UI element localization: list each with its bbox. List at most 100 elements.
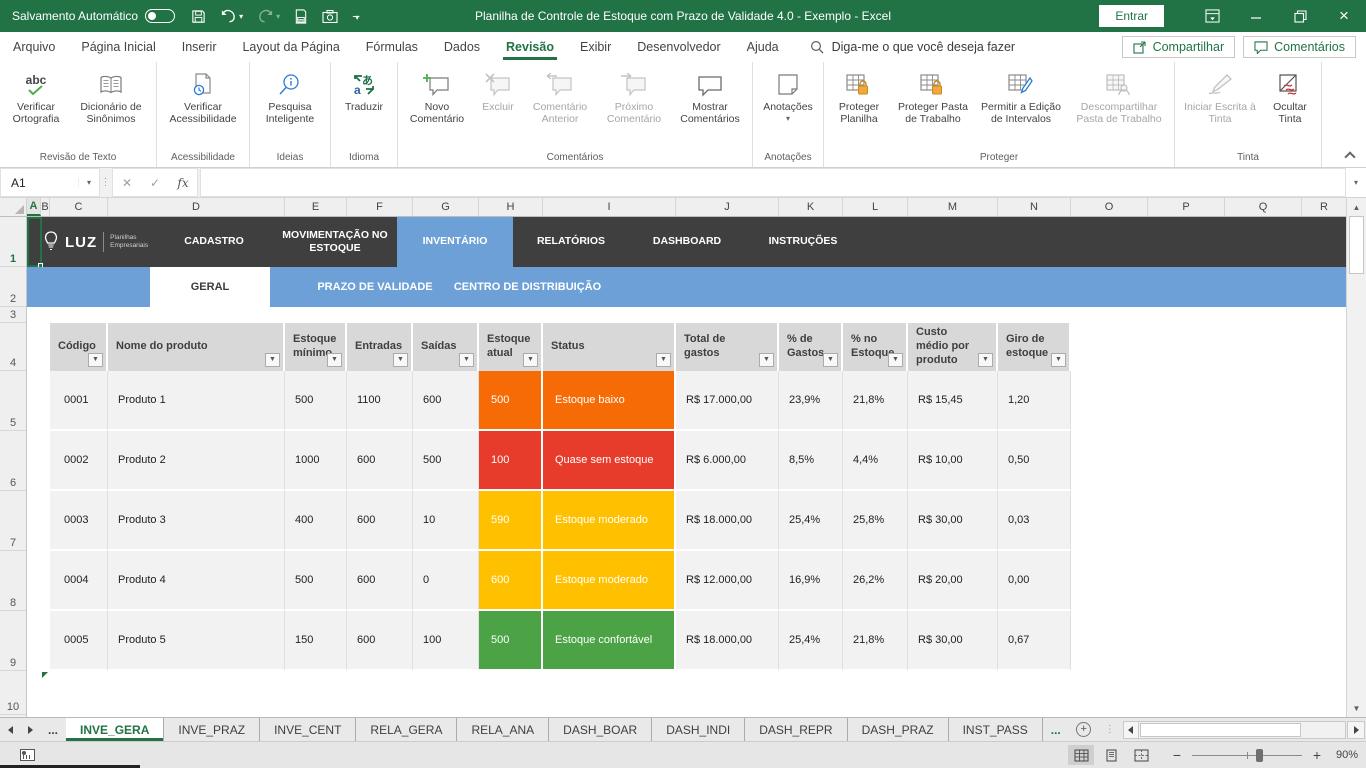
filter-icon[interactable]: ▼ (459, 353, 474, 367)
row-header-2[interactable]: 2 (0, 267, 26, 307)
cell-pct-gastos[interactable]: 23,9% (779, 371, 843, 431)
cell-saidas[interactable]: 0 (413, 551, 479, 611)
cell-codigo[interactable]: 0001 (50, 371, 108, 431)
scroll-up-icon[interactable]: ▲ (1347, 198, 1366, 216)
cell-status[interactable]: Quase sem estoque (543, 431, 676, 491)
share-button[interactable]: Compartilhar (1122, 36, 1236, 58)
zoom-level[interactable]: 90% (1328, 749, 1358, 761)
row-header-3[interactable]: 3 (0, 307, 26, 323)
notes-button[interactable]: Anotações ▾ (756, 64, 820, 150)
cell-giro[interactable]: 0,50 (998, 431, 1071, 491)
minimize-button[interactable] (1234, 0, 1278, 32)
column-header-i[interactable]: I (543, 198, 676, 216)
sheet-tab-dash-boar[interactable]: DASH_BOAR (549, 718, 652, 741)
customize-toolbar-icon[interactable]: ⚊▾ (352, 12, 360, 20)
sheet-tab-dash-praz[interactable]: DASH_PRAZ (848, 718, 949, 741)
cell-custo[interactable]: R$ 30,00 (908, 491, 998, 551)
filter-icon[interactable]: ▼ (265, 353, 280, 367)
column-header-h[interactable]: H (479, 198, 543, 216)
cell-pct-estoque[interactable]: 25,8% (843, 491, 908, 551)
sheet-tab-rela-gera[interactable]: RELA_GERA (356, 718, 457, 741)
row-header-6[interactable]: 6 (0, 431, 26, 491)
nav-tab-instrucoes[interactable]: INSTRUÇÕES (745, 217, 861, 267)
new-comment-button[interactable]: Novo Comentário (401, 64, 473, 150)
insert-function-icon[interactable]: fx (169, 176, 197, 190)
cell-custo[interactable]: R$ 10,00 (908, 431, 998, 491)
nav-tab-cadastro[interactable]: CADASTRO (155, 217, 273, 267)
nav-tab-movimentacao[interactable]: MOVIMENTAÇÃO NO ESTOQUE (273, 217, 397, 267)
cell-entradas[interactable]: 600 (347, 491, 413, 551)
name-box[interactable]: A1 ▾ (0, 168, 100, 197)
cell-entradas[interactable]: 600 (347, 611, 413, 671)
undo-dropdown-icon[interactable]: ▾ (239, 12, 243, 21)
tab-dados[interactable]: Dados (431, 32, 493, 62)
page-layout-view-icon[interactable] (1098, 745, 1124, 765)
sheet-tab-inve-cent[interactable]: INVE_CENT (260, 718, 356, 741)
row-header-9[interactable]: 9 (0, 611, 26, 671)
smart-lookup-button[interactable]: Pesquisa Inteligente (253, 64, 327, 150)
name-box-dropdown-icon[interactable]: ▾ (78, 178, 99, 187)
cell-gastos[interactable]: R$ 18.000,00 (676, 491, 779, 551)
nav-tab-inventario[interactable]: INVENTÁRIO (397, 217, 513, 267)
tab-desenvolvedor[interactable]: Desenvolvedor (624, 32, 733, 62)
cell-giro[interactable]: 1,20 (998, 371, 1071, 431)
cell-giro[interactable]: 0,03 (998, 491, 1071, 551)
cell-pct-estoque[interactable]: 21,8% (843, 611, 908, 671)
cell-pct-estoque[interactable]: 26,2% (843, 551, 908, 611)
column-header-d[interactable]: D (108, 198, 285, 216)
cell-pct-estoque[interactable]: 4,4% (843, 431, 908, 491)
cell-status[interactable]: Estoque moderado (543, 491, 676, 551)
selected-cell-a1[interactable] (27, 217, 42, 267)
zoom-out-icon[interactable]: − (1170, 747, 1184, 763)
cell-nome[interactable]: Produto 5 (108, 611, 285, 671)
cell-entradas[interactable]: 600 (347, 551, 413, 611)
cell-estoque-atual[interactable]: 590 (479, 491, 543, 551)
save-icon[interactable] (191, 9, 206, 24)
cell-minimo[interactable]: 1000 (285, 431, 347, 491)
tab-formulas[interactable]: Fórmulas (353, 32, 431, 62)
cell-pct-estoque[interactable]: 21,8% (843, 371, 908, 431)
subtab-centro-de-distribuicao[interactable]: CENTRO DE DISTRIBUIÇÃO (430, 267, 625, 307)
filter-icon[interactable]: ▼ (759, 353, 774, 367)
row-header-10[interactable]: 10 (0, 671, 26, 715)
sign-in-button[interactable]: Entrar (1099, 5, 1164, 27)
cancel-icon[interactable]: ✕ (113, 176, 141, 190)
column-header-n[interactable]: N (998, 198, 1071, 216)
translate-button[interactable]: あa Traduzir (334, 64, 394, 150)
row-header-1[interactable]: 1 (0, 217, 26, 267)
cell-custo[interactable]: R$ 15,45 (908, 371, 998, 431)
macro-record-icon[interactable] (20, 749, 35, 761)
cell-pct-gastos[interactable]: 16,9% (779, 551, 843, 611)
scroll-down-icon[interactable]: ▼ (1347, 699, 1366, 717)
zoom-in-icon[interactable]: + (1310, 747, 1324, 763)
column-header-r[interactable]: R (1302, 198, 1346, 216)
normal-view-icon[interactable] (1068, 745, 1094, 765)
autosave-toggle[interactable] (145, 9, 175, 23)
cell-codigo[interactable]: 0003 (50, 491, 108, 551)
filter-icon[interactable]: ▼ (823, 353, 838, 367)
cell-estoque-atual[interactable]: 100 (479, 431, 543, 491)
allow-edit-ranges-button[interactable]: Permitir a Edição de Intervalos (975, 64, 1067, 150)
cell-saidas[interactable]: 600 (413, 371, 479, 431)
subtab-geral[interactable]: GERAL (150, 267, 270, 307)
cell-minimo[interactable]: 500 (285, 371, 347, 431)
sheet-tab-dash-indi[interactable]: DASH_INDI (652, 718, 745, 741)
cell-estoque-atual[interactable]: 500 (479, 371, 543, 431)
vertical-scroll-thumb[interactable] (1349, 216, 1364, 274)
filter-icon[interactable]: ▼ (1051, 353, 1066, 367)
filter-icon[interactable]: ▼ (393, 353, 408, 367)
spelling-button[interactable]: abc Verificar Ortografia (3, 64, 69, 150)
sheet-overflow-right[interactable]: ... (1043, 718, 1069, 741)
tab-inserir[interactable]: Inserir (169, 32, 230, 62)
column-header-j[interactable]: J (676, 198, 779, 216)
cell-codigo[interactable]: 0002 (50, 431, 108, 491)
show-comments-button[interactable]: Mostrar Comentários (671, 64, 749, 150)
column-header-p[interactable]: P (1148, 198, 1225, 216)
sheet-nav-left-icon[interactable] (0, 718, 20, 741)
horizontal-scroll-thumb[interactable] (1140, 723, 1301, 737)
tab-layout-da-pagina[interactable]: Layout da Página (229, 32, 352, 62)
vertical-scrollbar[interactable]: ▲ ▼ (1346, 198, 1366, 717)
column-header-o[interactable]: O (1071, 198, 1148, 216)
hscroll-right-icon[interactable] (1347, 721, 1365, 739)
print-icon[interactable] (294, 9, 308, 24)
